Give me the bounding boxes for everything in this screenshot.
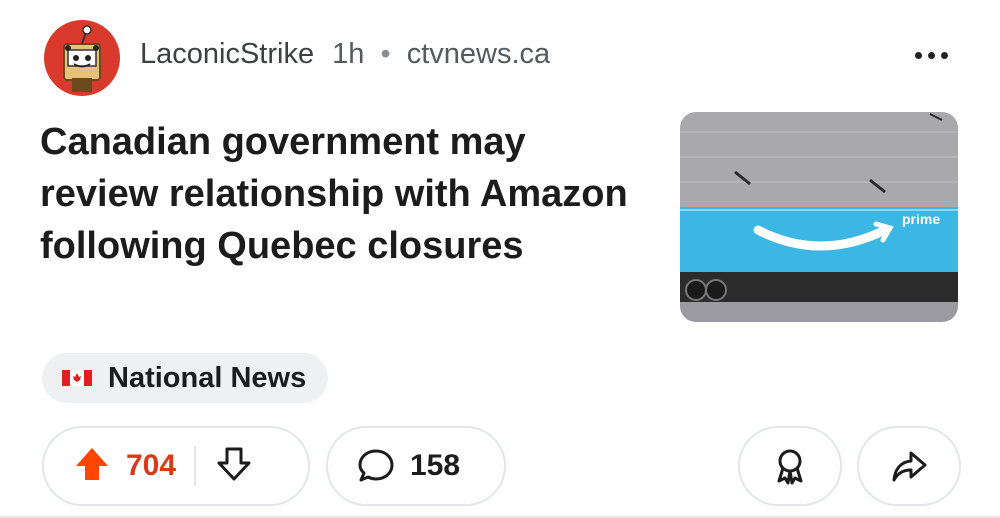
upvote-count: 704	[126, 449, 177, 482]
post-flair[interactable]: National News	[42, 353, 329, 403]
comment-bubble-icon	[358, 449, 394, 482]
more-options-button[interactable]	[915, 44, 959, 66]
downvote-button[interactable]	[214, 444, 254, 489]
share-arrow-icon	[892, 451, 927, 482]
more-options-icon	[915, 51, 922, 59]
canada-flag-icon	[62, 370, 92, 386]
post-meta: LaconicStrike 1h • ctvnews.ca	[140, 38, 550, 71]
post-age: 1h	[332, 38, 365, 70]
comments-button[interactable]: 158	[326, 426, 506, 506]
meta-separator: •	[380, 38, 391, 70]
author-avatar[interactable]	[44, 20, 120, 96]
post-title[interactable]: Canadian government may review relations…	[40, 116, 640, 272]
post-thumbnail[interactable]: prime	[680, 112, 958, 322]
author-name[interactable]: LaconicStrike	[140, 38, 314, 70]
vote-control: 704	[42, 426, 310, 506]
comment-count: 158	[410, 449, 461, 482]
upvote-arrow-icon	[76, 447, 108, 480]
snoo-avatar-icon	[63, 25, 101, 92]
award-button[interactable]	[738, 426, 842, 506]
thumbnail-prime-text: prime	[902, 211, 940, 227]
flair-label: National News	[108, 361, 307, 394]
source-domain[interactable]: ctvnews.ca	[407, 38, 550, 70]
downvote-arrow-icon	[217, 447, 251, 480]
upvote-button[interactable]	[72, 444, 112, 489]
amazon-trailer-image: prime	[680, 112, 958, 322]
vote-divider	[194, 446, 197, 486]
share-button[interactable]	[857, 426, 961, 506]
award-icon	[777, 449, 803, 485]
